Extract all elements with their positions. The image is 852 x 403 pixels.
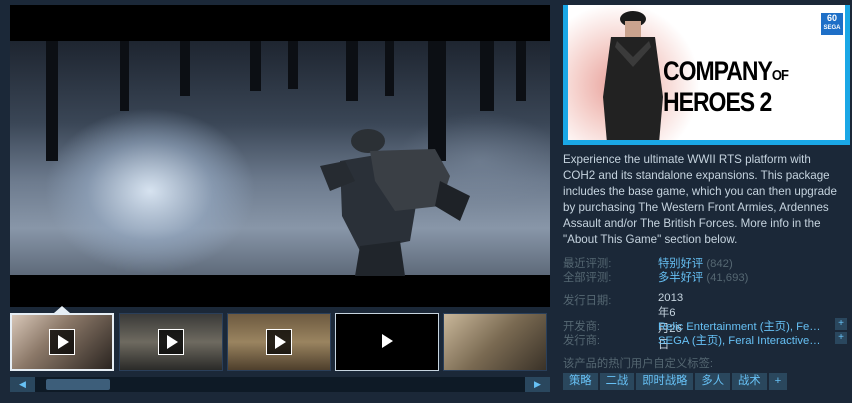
thumbnail-scrollbar[interactable]: ◀ ▶ (10, 377, 550, 392)
header-capsule-image: COMPANYOF HEROES 2 60 SEGA (563, 5, 850, 145)
publisher-label: 发行商: (563, 335, 601, 347)
play-icon (374, 329, 400, 355)
thumbnail-strip (10, 313, 550, 373)
tag-list: 策略 二战 即时战略 多人 战术 + (563, 371, 789, 390)
more-tags-button[interactable]: + (768, 373, 788, 390)
tag-rts[interactable]: 即时战略 (636, 373, 694, 390)
game-logo: COMPANYOF HEROES 2 (663, 55, 789, 117)
tag-strategy[interactable]: 策略 (563, 373, 598, 390)
media-panel: ◀ ▶ (0, 0, 560, 403)
thumbnail-screenshot-1[interactable] (443, 313, 547, 371)
left-arrow-icon[interactable]: ◀ (10, 377, 35, 392)
thumbnail-video-2[interactable] (119, 313, 223, 371)
publisher-link[interactable]: SEGA (主页), Feral Interactive… (658, 332, 830, 348)
tag-multiplayer[interactable]: 多人 (695, 373, 731, 390)
all-reviews-summary[interactable]: 多半好评 (658, 272, 703, 284)
developer-expand-button[interactable]: + (835, 318, 847, 330)
officer-figure (603, 11, 663, 143)
play-icon (49, 329, 75, 355)
main-video-player[interactable] (10, 5, 550, 307)
scrollbar-thumb[interactable] (46, 379, 110, 390)
game-description: Experience the ultimate WWII RTS platfor… (563, 153, 837, 246)
soldier-figure (320, 129, 470, 276)
thumbnail-video-3[interactable] (227, 313, 331, 371)
tag-tactical[interactable]: 战术 (732, 373, 767, 390)
tags-header: 该产品的热门用户自定义标签: (563, 358, 713, 370)
play-icon (158, 329, 184, 355)
all-reviews-label: 全部评测: (563, 272, 612, 284)
play-icon (266, 329, 292, 355)
all-reviews-count: (41,693) (706, 272, 749, 284)
sega-60-badge: 60 SEGA (820, 12, 844, 36)
game-info-panel: COMPANYOF HEROES 2 60 SEGA Experience the… (563, 5, 852, 390)
release-date-label: 发行日期: (563, 295, 612, 307)
tag-ww2[interactable]: 二战 (599, 373, 635, 390)
thumbnail-video-1[interactable] (10, 313, 114, 371)
right-arrow-icon[interactable]: ▶ (525, 377, 550, 392)
thumbnail-video-4[interactable] (335, 313, 439, 371)
video-frame (10, 41, 550, 276)
selected-indicator (54, 306, 70, 313)
publisher-expand-button[interactable]: + (835, 332, 847, 344)
